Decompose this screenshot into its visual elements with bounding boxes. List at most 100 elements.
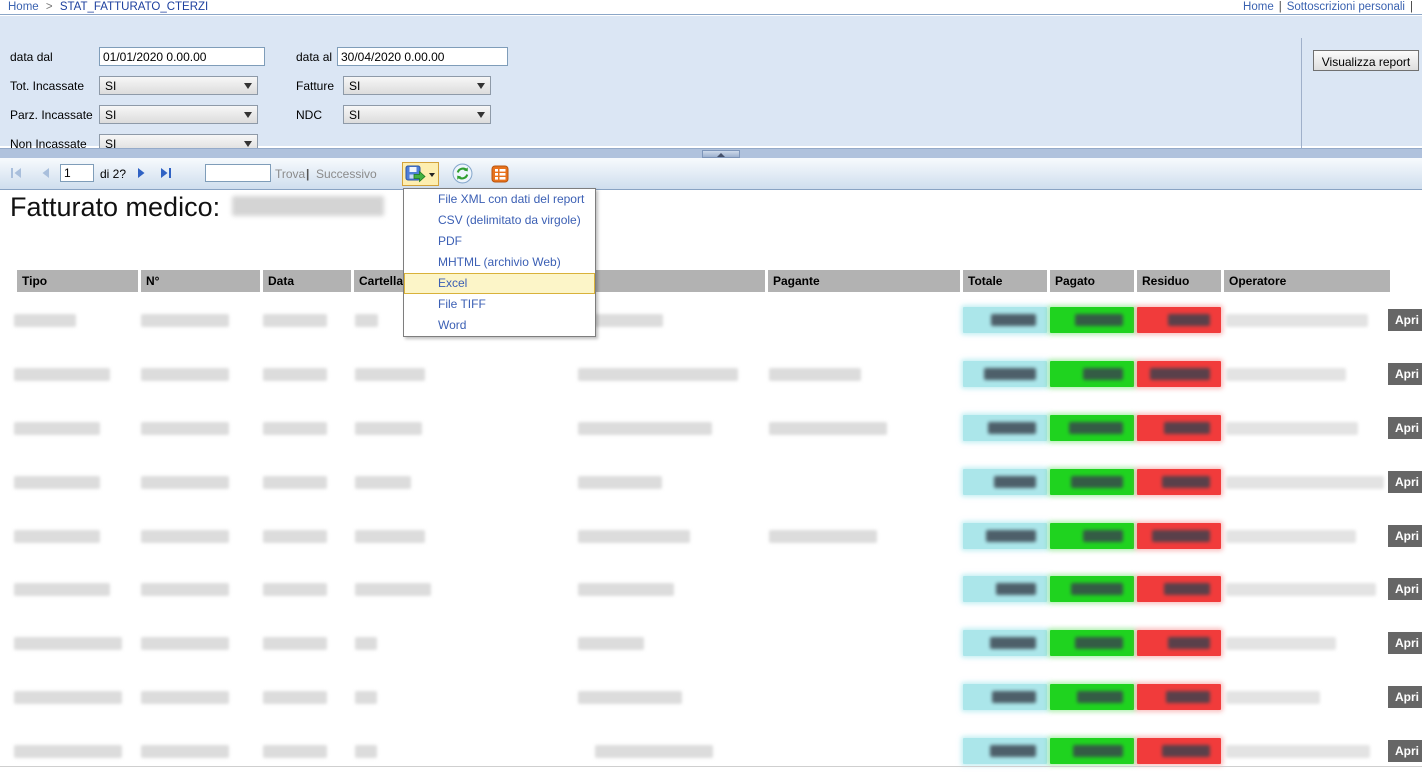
apri-button[interactable]: Apri Fattura [1388, 632, 1422, 654]
fatture-select[interactable]: SI [343, 76, 491, 95]
apri-button[interactable]: Apri Fattura [1388, 740, 1422, 762]
redacted-operatore-value [1226, 691, 1320, 704]
table-row: Apri Fattura [0, 738, 1422, 764]
save-export-icon [405, 165, 427, 184]
export-format-menu: File XML con dati del reportCSV (delimit… [403, 188, 596, 337]
redacted-tipo-value [14, 583, 110, 596]
previous-page-button[interactable] [38, 165, 54, 181]
redacted-pagato-amount [1073, 745, 1123, 757]
redacted-cliente-value [578, 476, 662, 489]
redacted-data-value [263, 530, 327, 543]
redacted-numero-value [141, 745, 229, 758]
residuo-amount-cell [1137, 361, 1221, 387]
column-header-operatore: Operatore [1224, 270, 1390, 292]
redacted-operatore-value [1226, 745, 1370, 758]
export-menu-item-pdf[interactable]: PDF [404, 231, 595, 252]
collapse-arrow-icon [717, 153, 725, 157]
chevron-down-icon [244, 83, 252, 89]
visualizza-report-button[interactable]: Visualizza report [1313, 50, 1419, 71]
export-menu-item-csv[interactable]: CSV (delimitato da virgole) [404, 210, 595, 231]
pagato-amount-cell [1050, 469, 1134, 495]
apri-button[interactable]: Apri Fattura [1388, 309, 1422, 331]
totale-amount-cell [963, 523, 1047, 549]
column-header-numero: N° [141, 270, 260, 292]
top-bar: Home > STAT_FATTURATO_CTERZI Home|Sottos… [0, 0, 1422, 15]
redacted-cliente-value [578, 691, 682, 704]
pagato-amount-cell [1050, 415, 1134, 441]
apri-button[interactable]: Apri Fattura [1388, 471, 1422, 493]
totale-amount-cell [963, 576, 1047, 602]
redacted-pagante-value [769, 422, 887, 435]
table-row: Apri Fattura [0, 523, 1422, 549]
totale-amount-cell [963, 415, 1047, 441]
top-links-separator: | [1279, 1, 1282, 13]
ndc-select[interactable]: SI [343, 105, 491, 124]
parz-incassate-select[interactable]: SI [99, 105, 258, 124]
data-feed-button[interactable] [491, 165, 509, 186]
table-row: Apri Fattura [0, 361, 1422, 387]
apri-button[interactable]: Apri Fattura [1388, 363, 1422, 385]
pagato-amount-cell [1050, 307, 1134, 333]
last-page-button[interactable] [158, 165, 174, 181]
export-menu-item-excel[interactable]: Excel [404, 273, 595, 294]
totale-amount-cell [963, 738, 1047, 764]
totale-amount-cell [963, 361, 1047, 387]
column-header-data: Data [263, 270, 351, 292]
redacted-residuo-amount [1150, 368, 1210, 380]
redacted-residuo-amount [1168, 637, 1210, 649]
residuo-amount-cell [1137, 415, 1221, 441]
export-menu-item-file[interactable]: File XML con dati del report [404, 189, 595, 210]
chevron-down-icon [477, 83, 485, 89]
home-link[interactable]: Home [1243, 1, 1274, 13]
redacted-pagante-value [769, 530, 877, 543]
redacted-residuo-amount [1162, 476, 1210, 488]
apri-button[interactable]: Apri Fattura [1388, 686, 1422, 708]
collapse-parameters-handle[interactable] [702, 150, 740, 158]
redacted-tipo-value [14, 314, 76, 327]
param-label-tot-incassate: Tot. Incassate [10, 79, 84, 93]
redacted-totale-amount [994, 476, 1036, 488]
refresh-button[interactable] [452, 163, 473, 187]
redacted-data-value [263, 637, 327, 650]
first-page-button[interactable] [8, 165, 24, 181]
export-menu-item-file[interactable]: File TIFF [404, 294, 595, 315]
page-number-input[interactable] [60, 164, 94, 182]
residuo-amount-cell [1137, 523, 1221, 549]
param-label-fatture: Fatture [296, 79, 334, 93]
redacted-data-value [263, 368, 327, 381]
pagato-amount-cell [1050, 361, 1134, 387]
apri-button[interactable]: Apri Fattura [1388, 417, 1422, 439]
table-bottom-border [0, 766, 1422, 767]
redacted-numero-value [141, 691, 229, 704]
breadcrumb-home-link[interactable]: Home [8, 1, 39, 13]
next-page-button[interactable] [133, 165, 149, 181]
ndc-value: SI [349, 108, 360, 122]
redacted-tipo-value [14, 476, 100, 489]
redacted-cartella-value [355, 476, 411, 489]
redacted-totale-amount [990, 637, 1036, 649]
redacted-pagato-amount [1069, 422, 1123, 434]
export-button[interactable] [402, 162, 439, 186]
redacted-data-value [263, 583, 327, 596]
subscriptions-link[interactable]: Sottoscrizioni personali [1287, 1, 1405, 13]
find-input[interactable] [205, 164, 271, 182]
export-menu-item-word[interactable]: Word [404, 315, 595, 336]
data-al-input[interactable] [337, 47, 508, 66]
apri-button[interactable]: Apri Fattura [1388, 525, 1422, 547]
tot-incassate-select[interactable]: SI [99, 76, 258, 95]
redacted-residuo-amount [1164, 422, 1210, 434]
column-header-residuo: Residuo [1137, 270, 1221, 292]
report-title-text: Fatturato medico: [10, 192, 220, 222]
tot-incassate-value: SI [105, 79, 116, 93]
redacted-numero-value [141, 637, 229, 650]
redacted-pagante-value [769, 368, 861, 381]
find-label: Trova [275, 167, 305, 181]
redacted-cartella-value [355, 583, 431, 596]
redacted-residuo-amount [1152, 530, 1210, 542]
redacted-operatore-value [1226, 314, 1368, 327]
data-dal-input[interactable] [99, 47, 265, 66]
report-toolbar: di 2? Trova | Successivo [0, 158, 1422, 190]
apri-button[interactable]: Apri Fattura [1388, 578, 1422, 600]
fatture-value: SI [349, 79, 360, 93]
export-menu-item-mhtml[interactable]: MHTML (archivio Web) [404, 252, 595, 273]
